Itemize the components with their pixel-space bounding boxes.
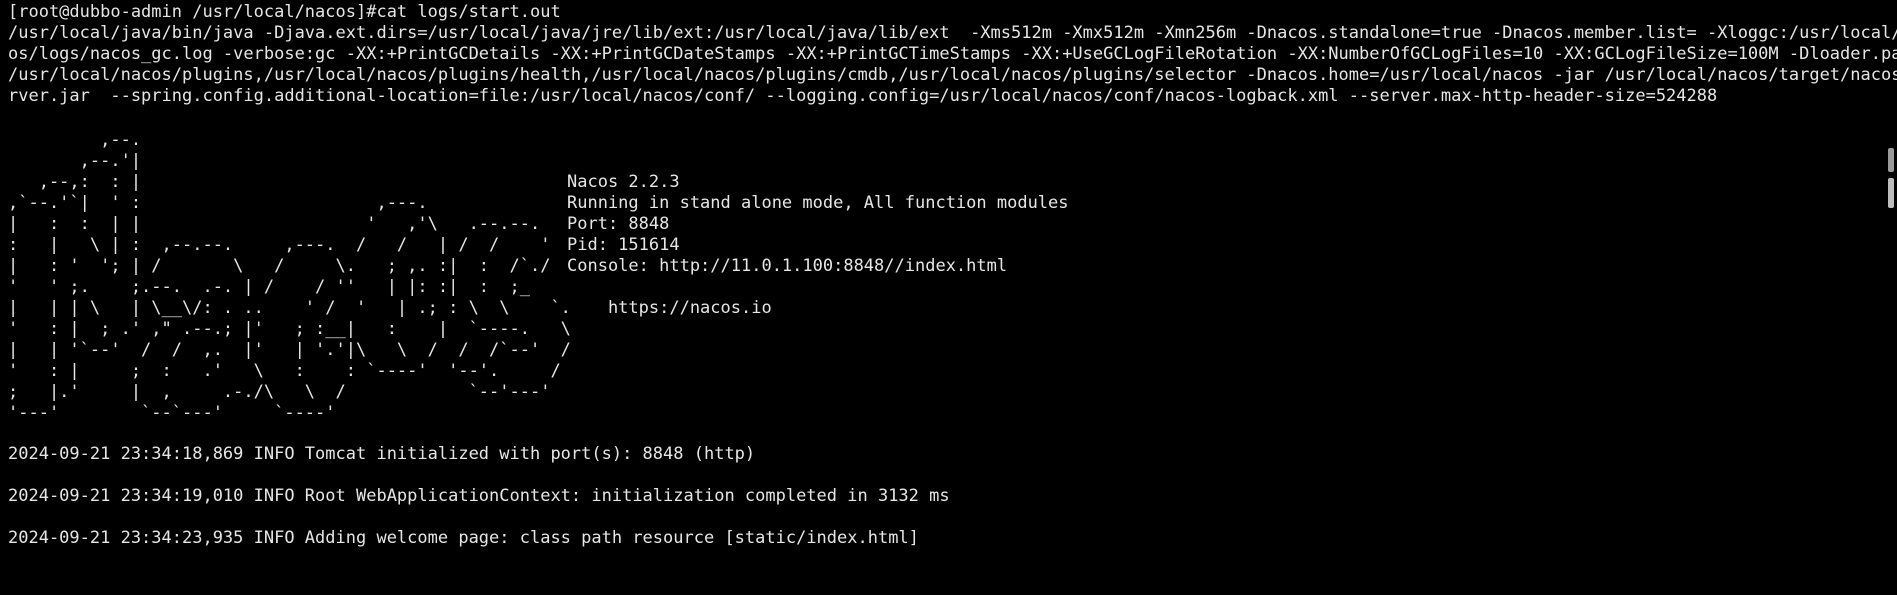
shell-prompt-line: [root@dubbo-admin /usr/local/nacos]#cat … [8,2,561,22]
website-text: https://nacos.io [567,298,772,318]
log-line: 2024-09-21 23:34:18,869 INFO Tomcat init… [8,444,756,464]
pid-text: Pid: 151614 [567,235,680,255]
log-line: 2024-09-21 23:34:23,935 INFO Adding welc… [8,528,919,548]
scroll-thumb[interactable] [1888,148,1894,172]
startup-info: Nacos 2.2.3 Running in stand alone mode,… [567,172,1069,319]
vertical-scrollbar[interactable] [1885,148,1897,210]
mode-text: Running in stand alone mode, All functio… [567,193,1069,213]
command-line: /usr/local/java/bin/java -Djava.ext.dirs… [8,23,1897,43]
log-line: 2024-09-21 23:34:19,010 INFO Root WebApp… [8,486,950,506]
nacos-ascii-logo: ,--. ,--.'| ,--,: : | ,`--.'`| ' : ,---.… [8,130,571,423]
console-url-text: Console: http://11.0.1.100:8848//index.h… [567,256,1008,276]
scroll-thumb[interactable] [1888,178,1894,208]
version-text: Nacos 2.2.3 [567,172,680,192]
terminal-window[interactable]: [root@dubbo-admin /usr/local/nacos]#cat … [0,0,1897,595]
port-text: Port: 8848 [567,214,670,234]
command-line: rver.jar --spring.config.additional-loca… [8,86,1718,106]
command-line: /usr/local/nacos/plugins,/usr/local/naco… [8,65,1897,85]
command-line: os/logs/nacos_gc.log -verbose:gc -XX:+Pr… [8,44,1897,64]
